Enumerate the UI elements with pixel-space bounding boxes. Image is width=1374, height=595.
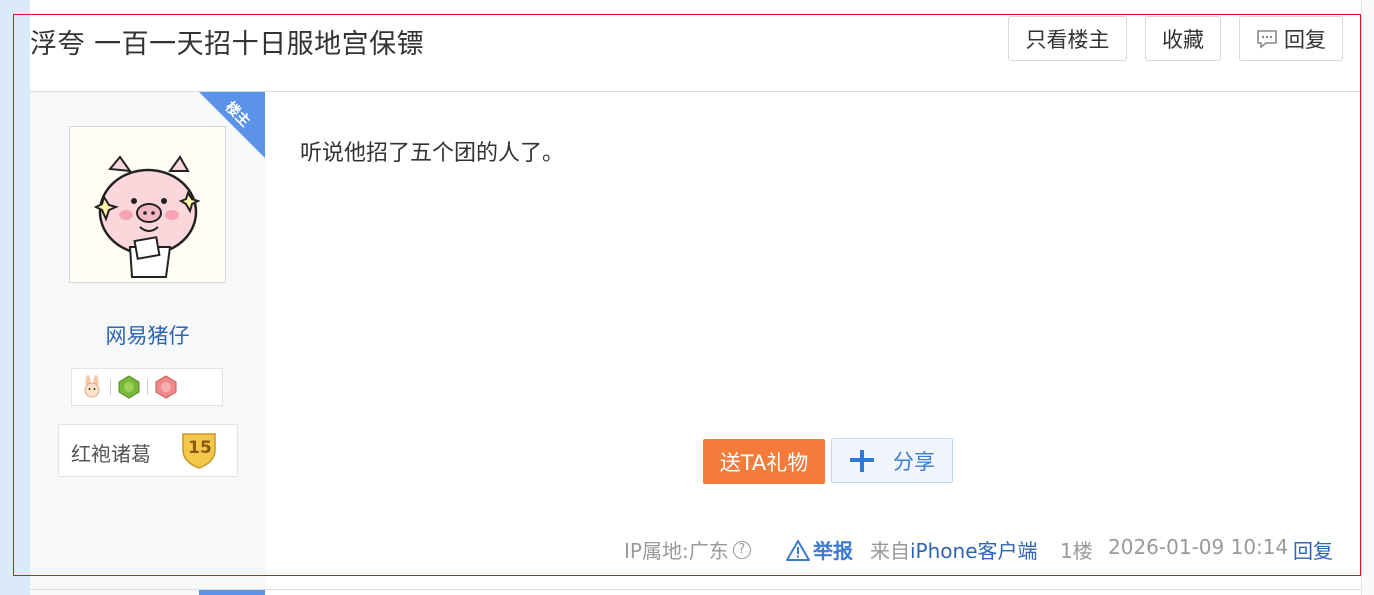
ip-location: IP属地:广东 ? <box>624 535 751 564</box>
author-level-box[interactable]: 红袍诸葛 15 <box>58 424 238 477</box>
pig-avatar-image <box>93 155 201 278</box>
author-name[interactable]: 网易猪仔 <box>30 320 265 350</box>
floor-number: 1楼 <box>1060 539 1093 563</box>
next-post-op-corner <box>199 590 265 595</box>
comment-icon <box>1257 29 1277 49</box>
source-prefix: 来自 <box>870 539 910 563</box>
badge-separator <box>110 379 111 395</box>
thread-title: 浮夸 一百一天招十日服地宫保镖 <box>30 29 425 60</box>
post-content: 听说他招了五个团的人了。 <box>300 141 565 166</box>
post-reply-link[interactable]: 回复 <box>1293 535 1333 564</box>
report-label: 举报 <box>813 539 853 563</box>
warning-icon <box>786 539 810 561</box>
author-badges <box>71 368 223 406</box>
share-button-label: 分享 <box>893 449 935 474</box>
right-background <box>1362 0 1374 595</box>
rabbit-badge-icon[interactable] <box>80 375 104 399</box>
help-icon[interactable]: ? <box>732 540 751 559</box>
send-gift-button[interactable]: 送TA礼物 <box>703 439 825 484</box>
share-button[interactable]: 分享 <box>831 438 953 483</box>
ip-location-text: IP属地:广东 <box>624 539 729 563</box>
favorite-button[interactable]: 收藏 <box>1145 16 1221 61</box>
green-level-badge-icon[interactable] <box>117 375 141 399</box>
reply-button[interactable]: 回复 <box>1239 16 1343 61</box>
avatar[interactable] <box>69 126 226 283</box>
level-title: 红袍诸葛 <box>71 442 151 466</box>
left-strip <box>0 0 30 595</box>
level-shield-icon: 15 <box>182 433 216 469</box>
report-link[interactable]: 举报 <box>786 535 853 564</box>
level-number: 15 <box>188 438 212 458</box>
right-divider <box>1361 0 1362 595</box>
reply-button-label: 回复 <box>1284 27 1326 52</box>
share-plus-icon <box>850 449 874 472</box>
red-level-badge-icon[interactable] <box>154 375 178 399</box>
badge-separator <box>147 379 148 395</box>
post-timestamp: 2026-01-09 10:14 <box>1108 535 1289 559</box>
client-link[interactable]: iPhone客户端 <box>910 539 1038 563</box>
post-source: 来自iPhone客户端 <box>870 535 1038 564</box>
only-op-button[interactable]: 只看楼主 <box>1008 16 1127 61</box>
